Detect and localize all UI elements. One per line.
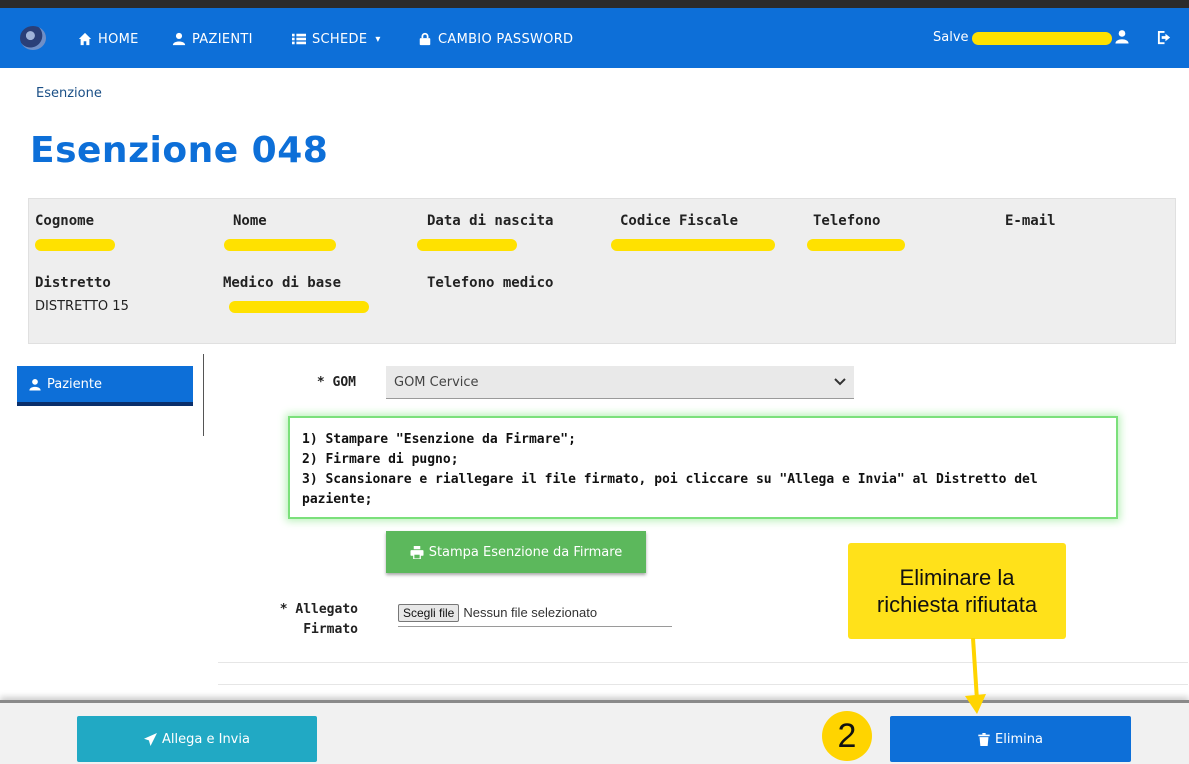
window-top-strip	[0, 0, 1189, 8]
cognome-label: Cognome	[35, 213, 95, 229]
instruction-step-2: 2) Firmare di pugno;	[302, 452, 459, 467]
instruction-step-3: 3) Scansionare e riallegare il file firm…	[302, 472, 1038, 507]
nav-password-label: CAMBIO PASSWORD	[438, 31, 574, 47]
app-logo-icon[interactable]	[20, 26, 46, 50]
allegato-label-line1: * Allegato	[279, 602, 358, 617]
redacted-telefono	[807, 239, 905, 251]
greeting-text: Salve	[933, 30, 969, 45]
home-icon	[78, 32, 92, 46]
user-icon[interactable]	[1115, 29, 1129, 44]
redacted-cognome	[35, 239, 115, 251]
patient-info-panel: Cognome Nome Data di nascita Codice Fisc…	[28, 198, 1176, 344]
telefono-medico-label: Telefono medico	[427, 275, 554, 291]
redacted-codice-fiscale	[611, 239, 775, 251]
nav-cambio-password[interactable]: CAMBIO PASSWORD	[418, 28, 573, 50]
lock-icon	[419, 32, 431, 46]
nav-schede-label: SCHEDE	[312, 31, 368, 47]
instruction-step-1: 1) Stampare "Esenzione da Firmare";	[302, 432, 576, 447]
redacted-nome	[224, 239, 336, 251]
page-title: Esenzione 048	[30, 130, 329, 171]
distretto-value: DISTRETTO 15	[35, 299, 129, 314]
annotation-callout: Eliminare la richiesta rifiutata	[848, 543, 1066, 639]
data-nascita-label: Data di nascita	[427, 213, 554, 229]
delete-button-label: Elimina	[995, 731, 1043, 747]
email-label: E-mail	[1005, 213, 1056, 229]
choose-file-button[interactable]: Scegli file	[398, 603, 460, 622]
sidebar-item-paziente[interactable]: Paziente	[17, 366, 193, 406]
redacted-username	[972, 32, 1112, 45]
user-icon	[172, 32, 186, 46]
divider	[218, 662, 1188, 663]
redacted-data-nascita	[417, 239, 517, 251]
allegato-file-input[interactable]: Scegli file Nessun file selezionato	[398, 599, 672, 627]
divider	[218, 684, 1188, 685]
user-icon	[29, 378, 41, 390]
annotation-arrow-icon	[965, 638, 986, 714]
gom-selected-value: GOM Cervice	[394, 374, 479, 390]
step-number-badge: 2	[822, 711, 872, 761]
nome-label: Nome	[233, 213, 267, 229]
sidebar-divider	[203, 354, 204, 436]
nav-home[interactable]: HOME	[78, 28, 139, 50]
elimina-button[interactable]: Elimina	[890, 716, 1131, 762]
logout-icon[interactable]	[1157, 30, 1172, 45]
instructions-box: 1) Stampare "Esenzione da Firmare"; 2) F…	[288, 416, 1118, 519]
sidebar-item-label: Paziente	[47, 376, 102, 392]
caret-down-icon: ▾	[375, 33, 381, 45]
stampa-button-label: Stampa Esenzione da Firmare	[428, 544, 623, 560]
print-icon	[410, 545, 424, 559]
distretto-label: Distretto	[35, 275, 111, 291]
top-navbar: HOME PAZIENTI SCHEDE ▾ CAMBIO PASSWORD S…	[0, 8, 1189, 68]
list-icon	[292, 33, 306, 45]
telefono-label: Telefono	[813, 213, 881, 229]
nav-schede-dropdown[interactable]: SCHEDE ▾	[292, 28, 381, 50]
nav-home-label: HOME	[98, 31, 139, 47]
breadcrumb[interactable]: Esenzione	[36, 86, 102, 101]
send-button-label: Allega e Invia	[162, 731, 250, 747]
medico-label: Medico di base	[223, 275, 342, 291]
send-icon	[144, 732, 158, 746]
stampa-esenzione-button[interactable]: Stampa Esenzione da Firmare	[386, 531, 646, 573]
allega-e-invia-button[interactable]: Allega e Invia	[77, 716, 317, 762]
redacted-medico	[229, 301, 369, 313]
allegato-label-line2: Firmato	[303, 622, 358, 637]
gom-select[interactable]: GOM Cervice	[386, 366, 854, 399]
trash-icon	[978, 732, 990, 746]
gom-label: * GOM	[316, 375, 356, 390]
codice-fiscale-label: Codice Fiscale	[620, 213, 739, 229]
nav-pazienti[interactable]: PAZIENTI	[172, 28, 253, 50]
nav-pazienti-label: PAZIENTI	[192, 31, 253, 47]
file-status-text: Nessun file selezionato	[463, 605, 598, 620]
chevron-down-icon	[834, 378, 846, 386]
